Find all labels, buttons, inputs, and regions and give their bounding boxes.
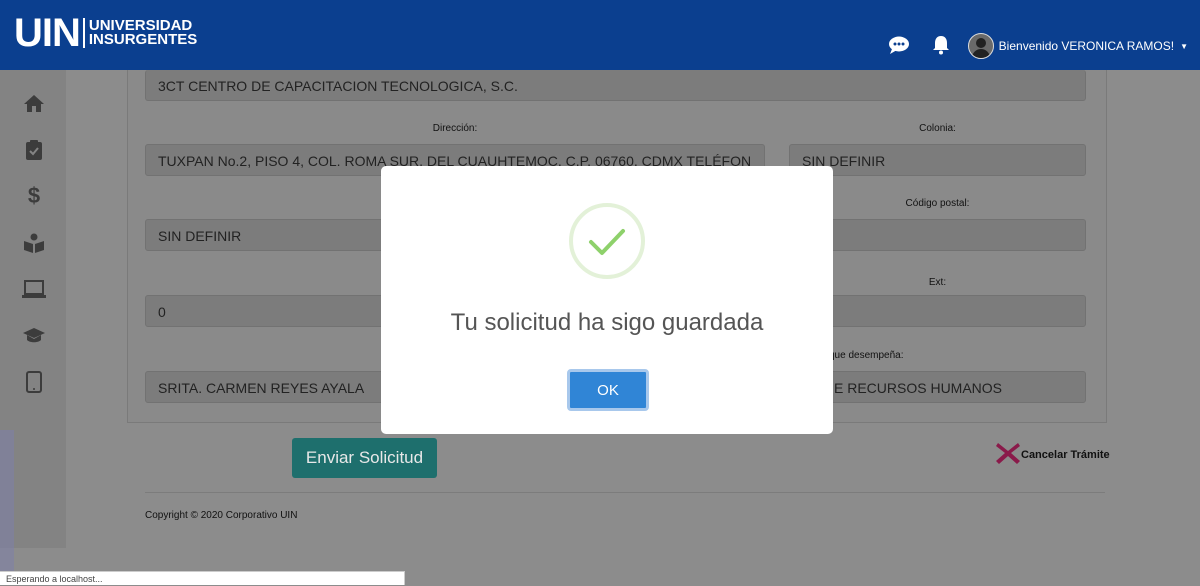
footer-divider — [145, 492, 1105, 493]
dollar-icon[interactable]: $ — [22, 183, 46, 208]
send-request-button[interactable]: Enviar Solicitud — [292, 438, 437, 478]
copyright-text: Copyright © 2020 Corporativo UIN — [145, 510, 298, 521]
caret-down-icon[interactable]: ▼ — [1180, 42, 1188, 51]
header-actions: Bienvenido VERONICA RAMOS! ▼ — [888, 33, 1188, 59]
cancel-label: Cancelar Trámite — [1021, 448, 1110, 461]
codigo-postal-field[interactable] — [789, 219, 1086, 251]
logo-text: UNIVERSIDAD INSURGENTES — [88, 18, 198, 48]
colonia-label: Colonia: — [919, 123, 956, 134]
logo-line2: INSURGENTES — [88, 31, 198, 48]
uin-logo[interactable]: UIN UNIVERSIDAD INSURGENTES — [14, 13, 197, 53]
close-x-icon — [995, 441, 1021, 468]
puesto-field[interactable]: E RECURSOS HUMANOS — [789, 371, 1086, 403]
direccion-label: Dirección: — [432, 123, 478, 134]
ok-button[interactable]: OK — [567, 369, 649, 411]
home-icon[interactable] — [22, 92, 46, 114]
chat-icon[interactable] — [888, 36, 910, 57]
dialog-title: Tu solicitud ha sigo guardada — [450, 309, 764, 336]
browser-status-bar: Esperando a localhost... — [0, 571, 405, 585]
laptop-icon[interactable] — [22, 278, 46, 300]
left-decoration — [0, 430, 14, 585]
clipboard-check-icon[interactable] — [22, 139, 46, 161]
logo-divider — [82, 18, 85, 48]
colonia-field[interactable]: SIN DEFINIR — [789, 144, 1086, 176]
logo-mark: UIN — [14, 11, 81, 55]
graduation-cap-icon[interactable] — [22, 325, 46, 347]
bell-icon[interactable] — [932, 35, 950, 58]
codigo-postal-label: Código postal: — [905, 198, 970, 209]
success-dialog: Tu solicitud ha sigo guardada OK — [381, 166, 833, 434]
top-navbar: UIN UNIVERSIDAD INSURGENTES Bienvenido V… — [0, 0, 1200, 70]
reading-icon[interactable] — [22, 232, 46, 254]
tablet-icon[interactable] — [22, 371, 46, 393]
cancel-procedure-link[interactable]: Cancelar Trámite — [995, 441, 1110, 468]
user-avatar[interactable] — [967, 33, 994, 59]
success-check-icon — [569, 203, 645, 279]
company-field[interactable]: 3CT CENTRO DE CAPACITACION TECNOLOGICA, … — [145, 70, 1086, 101]
welcome-text[interactable]: Bienvenido VERONICA RAMOS! — [999, 39, 1174, 53]
ext-label: Ext: — [928, 277, 947, 288]
ext-field[interactable] — [789, 295, 1086, 327]
